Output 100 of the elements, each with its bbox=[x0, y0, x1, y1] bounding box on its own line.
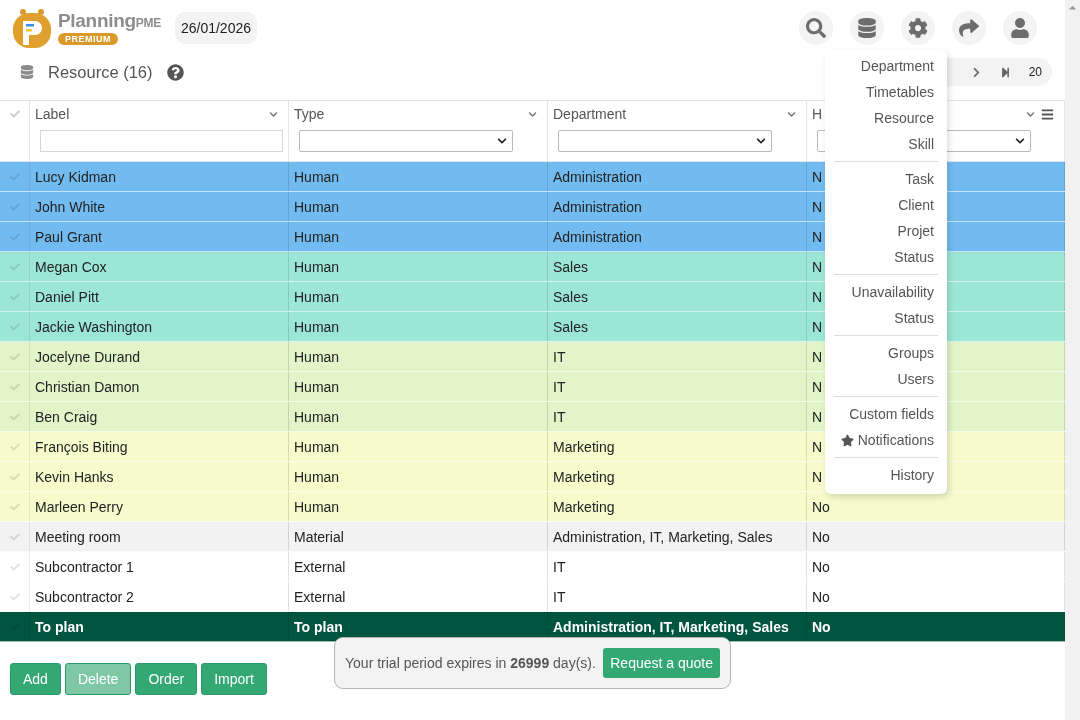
table-cell: Administration bbox=[553, 228, 642, 245]
check-icon[interactable] bbox=[9, 351, 20, 362]
table-cell: N bbox=[812, 288, 823, 305]
search-icon bbox=[806, 18, 826, 38]
menu-item[interactable]: Status bbox=[825, 244, 947, 270]
table-cell: No bbox=[812, 528, 830, 545]
table-cell: Human bbox=[294, 318, 340, 335]
menu-item[interactable]: Status bbox=[825, 305, 947, 331]
table-cell: Subcontractor 1 bbox=[35, 558, 134, 575]
check-icon[interactable] bbox=[9, 441, 20, 452]
menu-item[interactable]: Resource bbox=[825, 105, 947, 131]
chevron-icon[interactable] bbox=[1026, 109, 1035, 119]
check-icon[interactable] bbox=[9, 261, 20, 272]
menu-item[interactable]: Unavailability bbox=[825, 279, 947, 305]
table-cell: Jackie Washington bbox=[35, 318, 152, 335]
menu-item[interactable]: Task bbox=[825, 166, 947, 192]
check-icon[interactable] bbox=[9, 231, 20, 242]
page-size[interactable]: 20 bbox=[1028, 65, 1042, 79]
table-cell: No bbox=[812, 558, 830, 575]
table-cell: Marketing bbox=[553, 468, 615, 485]
filter-field[interactable] bbox=[40, 130, 283, 152]
scrollbar[interactable] bbox=[1065, 0, 1080, 720]
check-icon[interactable] bbox=[9, 561, 20, 572]
table-cell: External bbox=[294, 588, 346, 605]
column-header[interactable]: Type bbox=[294, 106, 522, 122]
database-button[interactable] bbox=[850, 11, 884, 45]
menu-item[interactable]: Client bbox=[825, 192, 947, 218]
table-cell: Human bbox=[294, 198, 340, 215]
check-icon[interactable] bbox=[9, 171, 20, 182]
table-cell: External bbox=[294, 558, 346, 575]
chevron-icon bbox=[1015, 136, 1025, 146]
menu-item[interactable]: Notifications bbox=[825, 427, 947, 453]
chevron-icon[interactable] bbox=[528, 109, 537, 119]
menu-item[interactable]: Department bbox=[825, 53, 947, 79]
check-icon[interactable] bbox=[9, 411, 20, 422]
menu-item[interactable]: Timetables bbox=[825, 79, 947, 105]
table-cell: N bbox=[812, 258, 823, 275]
menu-item[interactable]: Skill bbox=[825, 131, 947, 157]
table-cell: N bbox=[812, 198, 823, 215]
table-cell: Human bbox=[294, 258, 340, 275]
table-cell: Sales bbox=[553, 288, 589, 305]
filter-select[interactable] bbox=[299, 130, 513, 152]
last-page-button[interactable] bbox=[999, 66, 1011, 78]
table-cell: IT bbox=[553, 558, 566, 575]
table-cell: Human bbox=[294, 498, 340, 515]
table-cell: Sales bbox=[553, 318, 589, 335]
table-cell: Kevin Hanks bbox=[35, 468, 114, 485]
menu-icon[interactable] bbox=[1041, 107, 1054, 121]
user-button[interactable] bbox=[1003, 11, 1037, 45]
table-cell: Subcontractor 2 bbox=[35, 588, 134, 605]
check-icon[interactable] bbox=[9, 321, 20, 332]
table-cell: IT bbox=[553, 408, 566, 425]
table-cell: N bbox=[812, 468, 823, 485]
user-icon bbox=[1010, 18, 1030, 38]
help-icon[interactable] bbox=[166, 63, 184, 81]
check-icon[interactable] bbox=[9, 471, 20, 482]
table-cell: Human bbox=[294, 348, 340, 365]
table-cell: Administration bbox=[553, 168, 642, 185]
menu-item[interactable]: Groups bbox=[825, 340, 947, 366]
check-icon[interactable] bbox=[9, 201, 20, 212]
menu-item[interactable]: History bbox=[825, 462, 947, 488]
check-icon[interactable] bbox=[9, 291, 20, 302]
column-header[interactable]: Department bbox=[553, 106, 781, 122]
column-header[interactable]: Label bbox=[35, 106, 263, 122]
date-label[interactable]: 26/01/2026 bbox=[174, 12, 257, 44]
menu-item[interactable]: Projet bbox=[825, 218, 947, 244]
check-icon[interactable] bbox=[9, 381, 20, 392]
trial-message: Your trial period expires in 26999 day(s). bbox=[345, 655, 596, 671]
table-cell: Human bbox=[294, 228, 340, 245]
check-icon[interactable] bbox=[9, 591, 20, 602]
table-cell: Lucy Kidman bbox=[35, 168, 116, 185]
table-cell: N bbox=[812, 228, 823, 245]
logo-icon bbox=[12, 7, 52, 49]
table-cell: Material bbox=[294, 528, 344, 545]
share-icon bbox=[959, 18, 979, 38]
table-cell: Christian Damon bbox=[35, 378, 140, 395]
select-all-icon[interactable] bbox=[9, 109, 20, 119]
chevron-icon[interactable] bbox=[787, 109, 796, 119]
table-cell: Paul Grant bbox=[35, 228, 102, 245]
table-cell: N bbox=[812, 348, 823, 365]
check-icon[interactable] bbox=[9, 501, 20, 512]
table-cell: Human bbox=[294, 408, 340, 425]
table-cell: John White bbox=[35, 198, 106, 215]
search-button[interactable] bbox=[799, 11, 833, 45]
table-cell: N bbox=[812, 318, 823, 335]
logo-text: PlanningPME bbox=[58, 11, 161, 33]
chevron-icon bbox=[756, 136, 766, 146]
check-icon[interactable] bbox=[9, 531, 20, 542]
chevron-icon bbox=[497, 136, 507, 146]
table-cell: Marketing bbox=[553, 498, 615, 515]
table-cell: Megan Cox bbox=[35, 258, 107, 275]
menu-item[interactable]: Custom fields bbox=[825, 401, 947, 427]
table-cell: Administration bbox=[553, 198, 642, 215]
menu-item[interactable]: Users bbox=[825, 366, 947, 392]
table-cell: Meeting room bbox=[35, 528, 121, 545]
chevron-icon[interactable] bbox=[269, 109, 278, 119]
filter-select[interactable] bbox=[558, 130, 772, 152]
table-cell: Administration, IT, Marketing, Sales bbox=[553, 618, 789, 635]
share-button[interactable] bbox=[952, 11, 986, 45]
settings-button[interactable] bbox=[901, 11, 935, 45]
